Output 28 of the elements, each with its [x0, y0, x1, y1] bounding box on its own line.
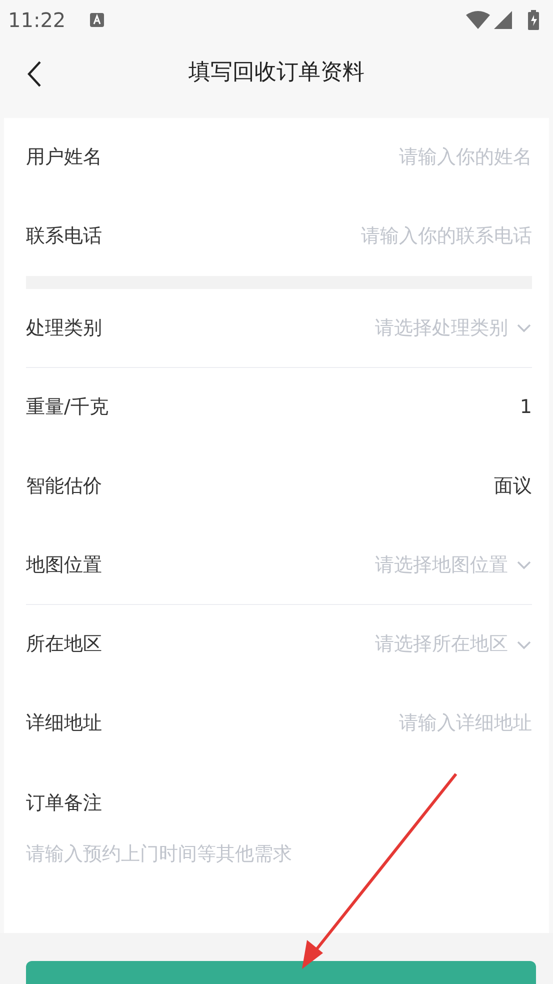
status-time: 11:22 [8, 7, 66, 34]
field-label: 订单备注 [26, 791, 103, 816]
signal-icon [494, 11, 512, 29]
wifi-icon [466, 11, 490, 29]
field-value: 面议 [494, 474, 532, 500]
field-label: 详细地址 [26, 711, 102, 736]
select-field[interactable]: 请选择处理类别 [375, 314, 532, 342]
field-value: 1 [520, 395, 532, 420]
battery-icon [528, 10, 539, 30]
field-label: 重量/千克 [26, 395, 108, 420]
field-label: 地图位置 [26, 552, 102, 578]
select-field[interactable]: 请选择所在地区 [375, 630, 532, 659]
back-icon [26, 60, 42, 88]
input-field[interactable]: 请输入你的姓名 [118, 143, 532, 172]
field-label: 用户姓名 [26, 145, 102, 170]
field-label: 所在地区 [26, 632, 102, 658]
back-button[interactable] [26, 60, 42, 88]
field-label: 处理类别 [26, 316, 102, 341]
chevron-down-icon [516, 640, 532, 650]
input-field[interactable]: 请输入你的联系电话 [118, 222, 532, 251]
notification-icon [90, 13, 104, 27]
chevron-down-icon [516, 560, 532, 570]
chevron-down-icon [516, 323, 532, 333]
field-label: 智能估价 [26, 474, 102, 500]
select-field[interactable]: 请选择地图位置 [375, 550, 532, 580]
page-title: 填写回收订单资料 [188, 59, 364, 87]
input-field[interactable]: 请输入详细地址 [118, 709, 532, 738]
field-label: 联系电话 [26, 224, 102, 250]
